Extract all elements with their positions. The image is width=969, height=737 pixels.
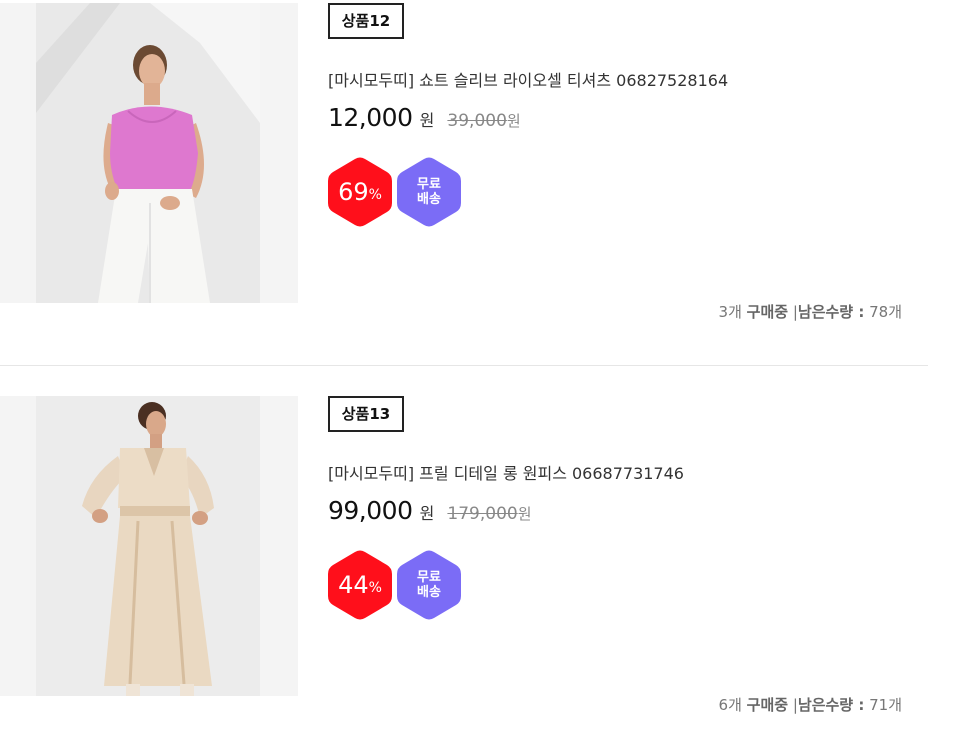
shipping-line-2: 배송	[417, 192, 441, 207]
product-card[interactable]: 상품12 [마시모두띠] 쇼트 슬리브 라이오셀 티셔츠 06827528164…	[0, 3, 928, 363]
product-card[interactable]: 상품13 [마시모두띠] 프릴 디테일 롱 원피스 06687731746 99…	[0, 396, 928, 737]
buying-count: 3개	[718, 303, 742, 321]
discount-unit: %	[368, 580, 382, 596]
free-shipping-badge: 무료 배송	[396, 156, 462, 228]
sale-price: 12,000	[328, 103, 413, 132]
shipping-line-2: 배송	[417, 585, 441, 600]
price-row: 99,000 원 179,000원	[328, 496, 532, 525]
sale-price-unit: 원	[419, 111, 435, 130]
buying-count: 6개	[718, 696, 742, 714]
shipping-line-1: 무료	[417, 570, 441, 585]
original-price-unit: 원	[517, 505, 532, 523]
original-price: 179,000	[447, 504, 518, 524]
price-row: 12,000 원 39,000원	[328, 103, 521, 132]
buying-label: 구매중	[746, 303, 789, 321]
sale-price-unit: 원	[419, 504, 435, 523]
remaining-label: 남은수량 :	[797, 696, 865, 714]
product-title[interactable]: [마시모두띠] 프릴 디테일 롱 원피스 06687731746	[328, 460, 684, 484]
discount-badge: 69%	[327, 156, 393, 228]
original-price: 39,000	[447, 111, 507, 131]
discount-badge: 44%	[327, 549, 393, 621]
buying-label: 구매중	[746, 696, 789, 714]
product-image[interactable]	[0, 396, 298, 696]
free-shipping-badge: 무료 배송	[396, 549, 462, 621]
discount-value: 69	[338, 178, 369, 206]
discount-value: 44	[338, 571, 369, 599]
product-tag: 상품12	[328, 3, 404, 39]
remaining-count: 71개	[869, 696, 902, 714]
product-tag: 상품13	[328, 396, 404, 432]
product-list: 상품12 [마시모두띠] 쇼트 슬리브 라이오셀 티셔츠 06827528164…	[0, 0, 969, 737]
remaining-count: 78개	[869, 303, 902, 321]
stock-info: 3개 구매중 |남은수량 : 78개	[719, 301, 902, 322]
stock-info: 6개 구매중 |남은수량 : 71개	[719, 694, 902, 715]
divider	[0, 365, 928, 366]
product-title[interactable]: [마시모두띠] 쇼트 슬리브 라이오셀 티셔츠 06827528164	[328, 67, 728, 91]
discount-unit: %	[368, 187, 382, 203]
product-image[interactable]	[0, 3, 298, 303]
shipping-line-1: 무료	[417, 177, 441, 192]
original-price-unit: 원	[506, 112, 521, 130]
remaining-label: 남은수량 :	[797, 303, 865, 321]
sale-price: 99,000	[328, 496, 413, 525]
